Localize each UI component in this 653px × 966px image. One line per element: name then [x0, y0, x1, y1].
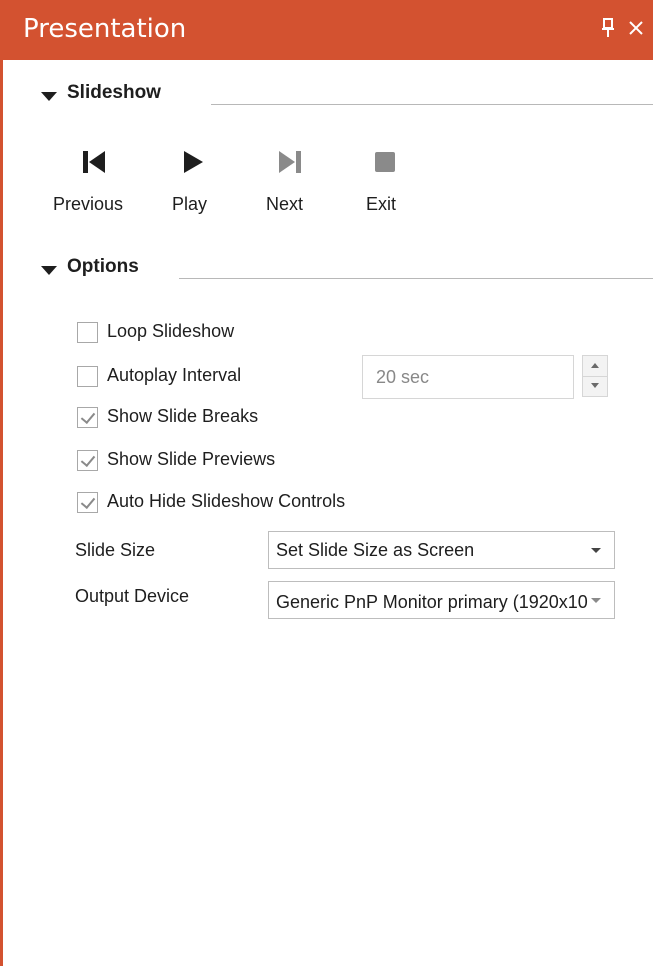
auto-hide-controls-label: Auto Hide Slideshow Controls [107, 491, 346, 511]
options-section-header[interactable]: Options [41, 256, 653, 286]
slideshow-heading: Slideshow [67, 82, 161, 103]
play-icon [181, 148, 207, 181]
chevron-down-icon[interactable] [591, 598, 601, 603]
pin-icon[interactable] [601, 17, 615, 44]
autoplay-interval-value: 20 sec [376, 367, 430, 387]
collapse-arrow-icon[interactable] [41, 92, 57, 101]
slide-size-dropdown[interactable]: Set Slide Size as Screen [268, 531, 615, 569]
collapse-arrow-icon[interactable] [41, 266, 57, 275]
autoplay-interval-label: Autoplay Interval [107, 365, 242, 385]
spin-down-icon[interactable] [583, 376, 607, 396]
slide-size-label: Slide Size [75, 540, 156, 560]
next-label: Next [266, 194, 304, 214]
section-divider [179, 278, 653, 279]
checkbox-box[interactable] [77, 322, 98, 343]
slideshow-section-header[interactable]: Slideshow [41, 82, 653, 112]
stop-icon [373, 148, 399, 181]
spin-up-icon[interactable] [583, 356, 607, 377]
exit-label: Exit [366, 194, 397, 214]
panel-title: Presentation [23, 14, 187, 44]
show-slide-previews-label: Show Slide Previews [107, 449, 276, 469]
skip-previous-icon [81, 148, 107, 181]
close-icon[interactable] [627, 14, 645, 40]
autoplay-interval-input[interactable]: 20 sec [362, 355, 574, 399]
slide-size-value: Set Slide Size as Screen [276, 540, 475, 560]
play-label: Play [172, 194, 208, 214]
checkbox-box[interactable] [77, 450, 98, 471]
skip-next-icon [277, 148, 303, 181]
checkbox-box[interactable] [77, 407, 98, 428]
checkbox-box[interactable] [77, 492, 98, 513]
section-divider [211, 104, 653, 105]
output-device-dropdown[interactable]: Generic PnP Monitor primary (1920x1080) [268, 581, 615, 619]
show-slide-breaks-label: Show Slide Breaks [107, 406, 259, 426]
chevron-down-icon[interactable] [591, 548, 601, 553]
options-heading: Options [67, 256, 139, 277]
output-device-value: Generic PnP Monitor primary (1920x1080) [276, 592, 588, 612]
loop-slideshow-label: Loop Slideshow [107, 321, 235, 341]
panel-title-bar: Presentation [3, 0, 653, 60]
previous-label: Previous [53, 194, 124, 214]
presentation-panel: Presentation Slideshow Previous Play Nex… [0, 0, 653, 966]
autoplay-interval-spinner[interactable] [582, 355, 608, 397]
output-device-label: Output Device [75, 586, 190, 606]
checkbox-box[interactable] [77, 366, 98, 387]
